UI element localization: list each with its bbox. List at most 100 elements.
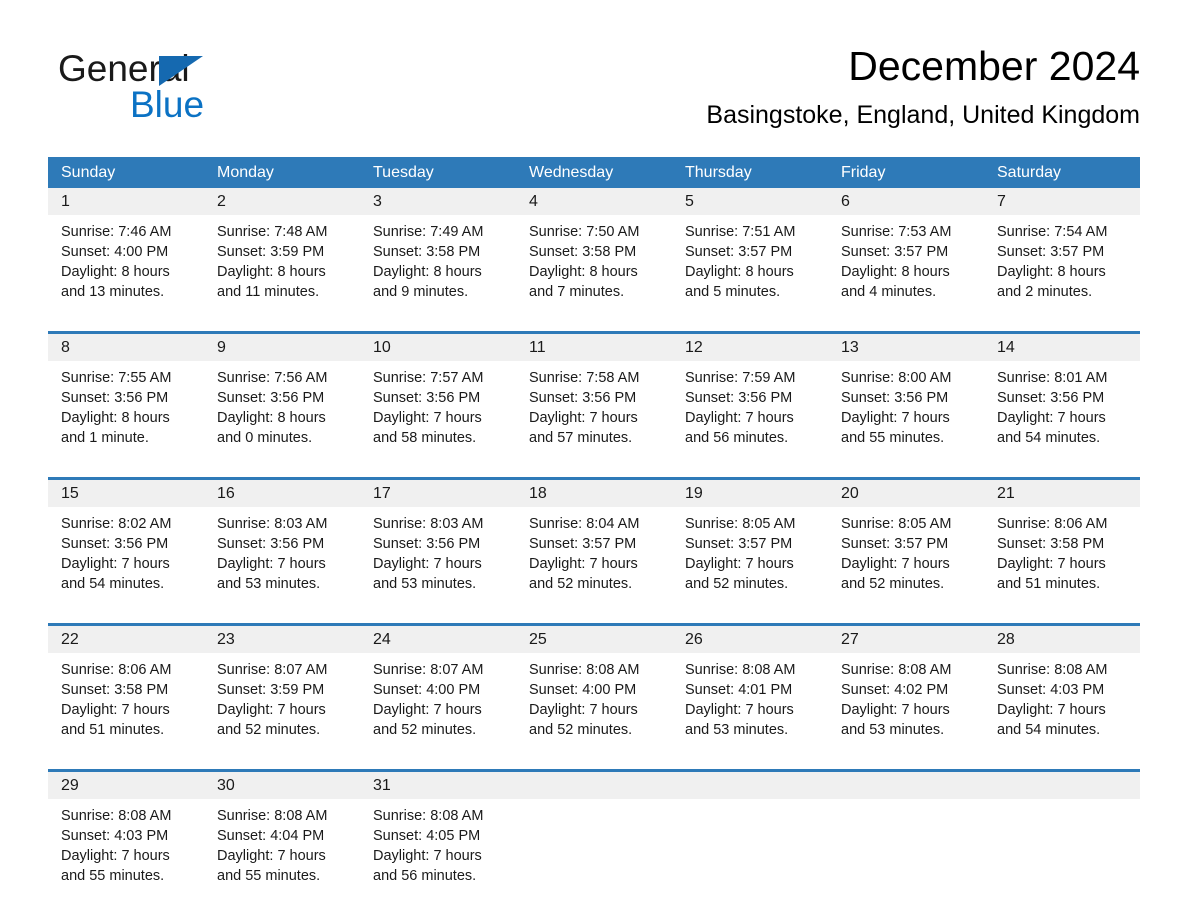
page-header: General Blue December 2024 Basingstoke, … bbox=[48, 40, 1140, 150]
day-number[interactable]: 19 bbox=[672, 480, 828, 507]
day-cell[interactable]: Sunrise: 7:58 AM Sunset: 3:56 PM Dayligh… bbox=[516, 361, 672, 465]
calendar-week-row: 8 9 10 11 12 13 14 Sunrise: 7:55 AM Suns… bbox=[48, 331, 1140, 465]
day-cell[interactable]: Sunrise: 8:04 AM Sunset: 3:57 PM Dayligh… bbox=[516, 507, 672, 611]
day-number[interactable]: 28 bbox=[984, 626, 1140, 653]
day-cell[interactable]: Sunrise: 8:08 AM Sunset: 4:05 PM Dayligh… bbox=[360, 799, 516, 903]
sunrise-text: Sunrise: 8:03 AM bbox=[217, 516, 328, 532]
logo-word-blue: Blue bbox=[130, 84, 205, 125]
day-number[interactable]: 17 bbox=[360, 480, 516, 507]
sunset-text: Sunset: 3:57 PM bbox=[529, 536, 637, 552]
day-cell[interactable]: Sunrise: 7:53 AM Sunset: 3:57 PM Dayligh… bbox=[828, 215, 984, 319]
location-subtitle: Basingstoke, England, United Kingdom bbox=[706, 101, 1140, 129]
daylight-text-line2: and 56 minutes. bbox=[373, 868, 477, 884]
daylight-text-line1: Daylight: 8 hours bbox=[997, 264, 1106, 280]
day-number-empty bbox=[672, 772, 828, 799]
day-number[interactable]: 8 bbox=[48, 334, 204, 361]
day-number[interactable]: 12 bbox=[672, 334, 828, 361]
sunset-text: Sunset: 3:56 PM bbox=[61, 536, 169, 552]
day-cell[interactable]: Sunrise: 7:59 AM Sunset: 3:56 PM Dayligh… bbox=[672, 361, 828, 465]
day-cell[interactable]: Sunrise: 8:08 AM Sunset: 4:02 PM Dayligh… bbox=[828, 653, 984, 757]
daylight-text-line2: and 55 minutes. bbox=[217, 868, 321, 884]
calendar-week-row: 1 2 3 4 5 6 7 Sunrise: 7:46 AM Sunset: 4… bbox=[48, 188, 1140, 319]
day-cell[interactable]: Sunrise: 8:00 AM Sunset: 3:56 PM Dayligh… bbox=[828, 361, 984, 465]
day-cell[interactable]: Sunrise: 7:55 AM Sunset: 3:56 PM Dayligh… bbox=[48, 361, 204, 465]
daylight-text-line1: Daylight: 7 hours bbox=[841, 410, 950, 426]
day-cell[interactable]: Sunrise: 7:49 AM Sunset: 3:58 PM Dayligh… bbox=[360, 215, 516, 319]
day-cell[interactable]: Sunrise: 8:07 AM Sunset: 4:00 PM Dayligh… bbox=[360, 653, 516, 757]
day-number[interactable]: 20 bbox=[828, 480, 984, 507]
day-number[interactable]: 31 bbox=[360, 772, 516, 799]
day-number[interactable]: 29 bbox=[48, 772, 204, 799]
day-cell[interactable]: Sunrise: 7:51 AM Sunset: 3:57 PM Dayligh… bbox=[672, 215, 828, 319]
day-number[interactable]: 22 bbox=[48, 626, 204, 653]
day-number[interactable]: 21 bbox=[984, 480, 1140, 507]
logo-general-blue[interactable]: General Blue bbox=[58, 48, 318, 128]
day-cell[interactable]: Sunrise: 7:56 AM Sunset: 3:56 PM Dayligh… bbox=[204, 361, 360, 465]
daylight-text-line2: and 4 minutes. bbox=[841, 284, 937, 300]
daylight-text-line1: Daylight: 8 hours bbox=[685, 264, 794, 280]
day-cell[interactable]: Sunrise: 8:06 AM Sunset: 3:58 PM Dayligh… bbox=[48, 653, 204, 757]
sunset-text: Sunset: 3:57 PM bbox=[841, 244, 949, 260]
day-cell[interactable]: Sunrise: 7:54 AM Sunset: 3:57 PM Dayligh… bbox=[984, 215, 1140, 319]
day-number[interactable]: 1 bbox=[48, 188, 204, 215]
day-cell[interactable]: Sunrise: 8:05 AM Sunset: 3:57 PM Dayligh… bbox=[828, 507, 984, 611]
day-number[interactable]: 6 bbox=[828, 188, 984, 215]
sunrise-text: Sunrise: 8:08 AM bbox=[841, 662, 952, 678]
day-cell-empty bbox=[672, 799, 828, 903]
calendar-page: General Blue December 2024 Basingstoke, … bbox=[0, 0, 1188, 918]
sunrise-text: Sunrise: 8:08 AM bbox=[373, 808, 484, 824]
day-number[interactable]: 25 bbox=[516, 626, 672, 653]
sunrise-text: Sunrise: 8:07 AM bbox=[217, 662, 328, 678]
day-number[interactable]: 30 bbox=[204, 772, 360, 799]
day-number-empty bbox=[984, 772, 1140, 799]
day-number[interactable]: 15 bbox=[48, 480, 204, 507]
day-cell[interactable]: Sunrise: 7:46 AM Sunset: 4:00 PM Dayligh… bbox=[48, 215, 204, 319]
day-cell[interactable]: Sunrise: 8:07 AM Sunset: 3:59 PM Dayligh… bbox=[204, 653, 360, 757]
day-number[interactable]: 23 bbox=[204, 626, 360, 653]
day-number-empty bbox=[516, 772, 672, 799]
day-number[interactable]: 27 bbox=[828, 626, 984, 653]
day-number[interactable]: 5 bbox=[672, 188, 828, 215]
day-number[interactable]: 2 bbox=[204, 188, 360, 215]
day-cell[interactable]: Sunrise: 8:08 AM Sunset: 4:03 PM Dayligh… bbox=[48, 799, 204, 903]
sunrise-text: Sunrise: 8:03 AM bbox=[373, 516, 484, 532]
day-cell[interactable]: Sunrise: 8:08 AM Sunset: 4:01 PM Dayligh… bbox=[672, 653, 828, 757]
day-number[interactable]: 18 bbox=[516, 480, 672, 507]
day-cell[interactable]: Sunrise: 7:50 AM Sunset: 3:58 PM Dayligh… bbox=[516, 215, 672, 319]
sunrise-text: Sunrise: 7:54 AM bbox=[997, 224, 1108, 240]
day-number-band: 15 16 17 18 19 20 21 bbox=[48, 480, 1140, 507]
day-number[interactable]: 7 bbox=[984, 188, 1140, 215]
day-number[interactable]: 16 bbox=[204, 480, 360, 507]
sunrise-text: Sunrise: 7:59 AM bbox=[685, 370, 796, 386]
sunset-text: Sunset: 3:58 PM bbox=[997, 536, 1105, 552]
day-number[interactable]: 26 bbox=[672, 626, 828, 653]
sunrise-text: Sunrise: 7:51 AM bbox=[685, 224, 796, 240]
sunrise-text: Sunrise: 8:08 AM bbox=[685, 662, 796, 678]
daylight-text-line2: and 11 minutes. bbox=[217, 284, 320, 300]
day-cell[interactable]: Sunrise: 8:03 AM Sunset: 3:56 PM Dayligh… bbox=[360, 507, 516, 611]
day-number[interactable]: 9 bbox=[204, 334, 360, 361]
daylight-text-line2: and 56 minutes. bbox=[685, 430, 789, 446]
day-number[interactable]: 10 bbox=[360, 334, 516, 361]
day-cell[interactable]: Sunrise: 8:01 AM Sunset: 3:56 PM Dayligh… bbox=[984, 361, 1140, 465]
day-cell[interactable]: Sunrise: 8:08 AM Sunset: 4:04 PM Dayligh… bbox=[204, 799, 360, 903]
daylight-text-line2: and 51 minutes. bbox=[997, 576, 1101, 592]
daylight-text-line1: Daylight: 7 hours bbox=[529, 556, 638, 572]
day-cell[interactable]: Sunrise: 7:48 AM Sunset: 3:59 PM Dayligh… bbox=[204, 215, 360, 319]
day-number[interactable]: 4 bbox=[516, 188, 672, 215]
day-cell[interactable]: Sunrise: 8:05 AM Sunset: 3:57 PM Dayligh… bbox=[672, 507, 828, 611]
daylight-text-line2: and 0 minutes. bbox=[217, 430, 313, 446]
day-cell[interactable]: Sunrise: 8:06 AM Sunset: 3:58 PM Dayligh… bbox=[984, 507, 1140, 611]
day-cell[interactable]: Sunrise: 8:02 AM Sunset: 3:56 PM Dayligh… bbox=[48, 507, 204, 611]
day-cell[interactable]: Sunrise: 8:08 AM Sunset: 4:00 PM Dayligh… bbox=[516, 653, 672, 757]
day-number[interactable]: 14 bbox=[984, 334, 1140, 361]
day-number[interactable]: 13 bbox=[828, 334, 984, 361]
day-cell[interactable]: Sunrise: 7:57 AM Sunset: 3:56 PM Dayligh… bbox=[360, 361, 516, 465]
day-number[interactable]: 3 bbox=[360, 188, 516, 215]
day-number[interactable]: 24 bbox=[360, 626, 516, 653]
day-cell[interactable]: Sunrise: 8:03 AM Sunset: 3:56 PM Dayligh… bbox=[204, 507, 360, 611]
day-number[interactable]: 11 bbox=[516, 334, 672, 361]
sunset-text: Sunset: 4:03 PM bbox=[61, 828, 169, 844]
day-cell[interactable]: Sunrise: 8:08 AM Sunset: 4:03 PM Dayligh… bbox=[984, 653, 1140, 757]
daylight-text-line1: Daylight: 7 hours bbox=[529, 410, 638, 426]
